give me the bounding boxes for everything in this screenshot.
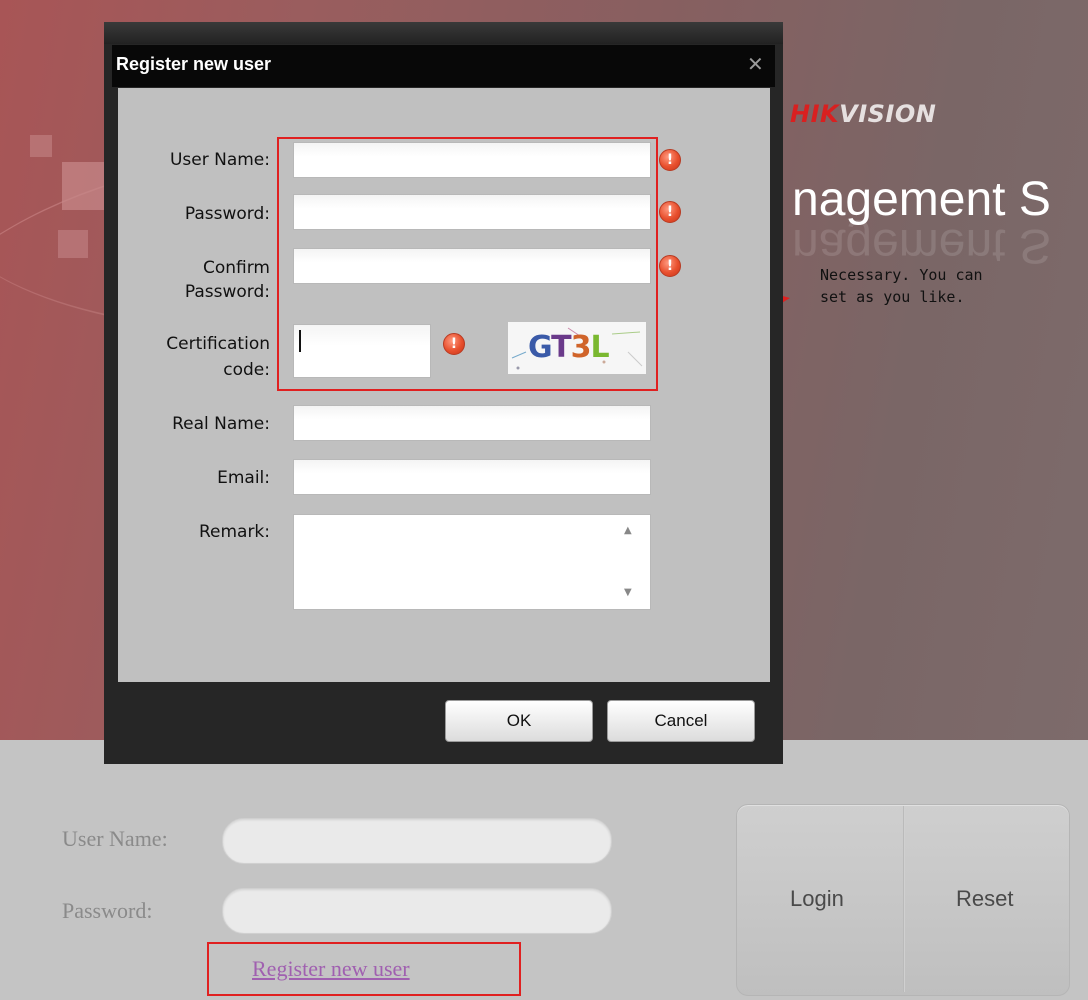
login-button[interactable]: Login: [790, 886, 844, 912]
cert-code-label-line1: Certification: [166, 334, 270, 354]
ok-button[interactable]: OK: [445, 700, 593, 742]
login-password-input[interactable]: [222, 888, 612, 934]
login-reset-divider: [903, 806, 905, 992]
username-label: User Name:: [169, 150, 270, 170]
close-icon[interactable]: ✕: [747, 52, 764, 76]
background-decoration: [62, 162, 104, 210]
email-input[interactable]: [293, 459, 651, 495]
captcha-image[interactable]: GT3L: [508, 322, 646, 374]
remark-label: Remark:: [198, 522, 270, 542]
background-decoration: [30, 135, 52, 157]
text-caret: [299, 330, 301, 352]
hikvision-logo: HIKVISION: [790, 100, 936, 128]
login-password-label: Password:: [62, 898, 153, 923]
captcha-char: T: [551, 330, 571, 365]
confirm-password-warning-icon: !: [659, 255, 681, 277]
dialog-top-strip: [104, 22, 783, 44]
login-username-label: User Name:: [62, 826, 168, 851]
login-username-input[interactable]: [222, 818, 612, 864]
username-warning-icon: !: [659, 149, 681, 171]
logo-hik-text: HIK: [790, 100, 840, 128]
real-name-input[interactable]: [293, 405, 651, 441]
cert-code-input[interactable]: [293, 324, 431, 378]
annotation-text: Necessary. You can set as you like.: [820, 266, 983, 306]
confirm-password-input[interactable]: [293, 248, 651, 284]
scroll-up-icon[interactable]: ▲: [624, 525, 632, 536]
password-input[interactable]: [293, 194, 651, 230]
highlight-box-register: [207, 942, 521, 996]
dialog-title: Register new user: [116, 54, 272, 74]
real-name-label: Real Name:: [172, 414, 270, 434]
background-decoration: [58, 230, 88, 258]
captcha-text: GT3L: [528, 330, 610, 365]
captcha-char: L: [590, 330, 609, 365]
captcha-char: G: [528, 330, 552, 365]
cert-code-warning-icon: !: [443, 333, 465, 355]
scroll-down-icon[interactable]: ▼: [624, 587, 632, 598]
remark-textarea[interactable]: ▲ ▼: [293, 514, 651, 610]
reset-button[interactable]: Reset: [956, 886, 1013, 912]
username-input[interactable]: [293, 142, 651, 178]
cancel-button[interactable]: Cancel: [607, 700, 755, 742]
confirm-password-label-line1: Confirm: [202, 258, 270, 278]
confirm-password-label-line2: Password:: [184, 282, 270, 302]
email-label: Email:: [217, 468, 270, 488]
password-label: Password:: [184, 204, 270, 224]
logo-vision-text: VISION: [839, 100, 937, 128]
captcha-char: 3: [570, 330, 592, 365]
cert-code-label-line2: code:: [223, 360, 270, 380]
password-warning-icon: !: [659, 201, 681, 223]
